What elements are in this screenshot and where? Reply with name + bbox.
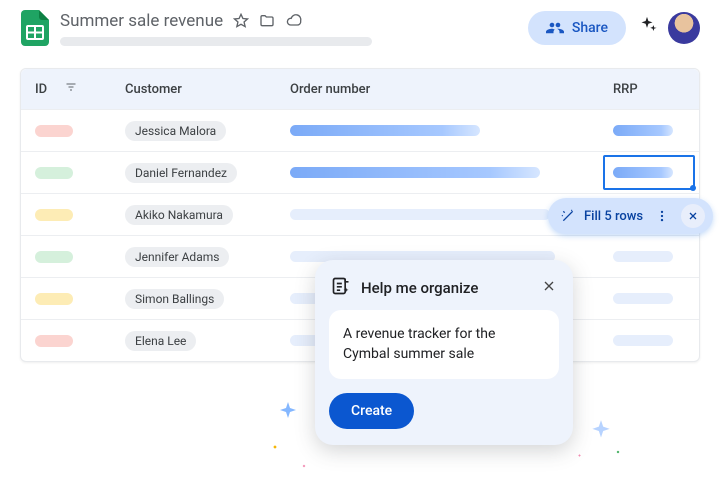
column-header-order[interactable]: Order number <box>276 69 599 109</box>
sparkle-icon <box>576 452 583 459</box>
id-pill <box>35 335 73 347</box>
cloud-status-icon[interactable] <box>285 13 303 29</box>
more-vert-icon[interactable] <box>651 205 673 227</box>
move-folder-icon[interactable] <box>259 13 275 29</box>
sheets-logo-icon <box>20 8 50 48</box>
avatar[interactable] <box>668 12 700 44</box>
sparkle-icon <box>276 400 300 424</box>
id-pill <box>35 125 73 137</box>
customer-chip[interactable]: Daniel Fernandez <box>125 163 237 183</box>
share-button-label: Share <box>572 20 608 36</box>
id-pill <box>35 293 73 305</box>
sparkle-icon <box>270 442 280 452</box>
id-pill <box>35 209 73 221</box>
organize-icon <box>331 276 351 300</box>
create-button[interactable]: Create <box>329 393 414 429</box>
column-header-id-label: ID <box>35 82 47 97</box>
order-bar <box>290 125 480 136</box>
filter-icon[interactable] <box>65 81 77 97</box>
document-title[interactable]: Summer sale revenue <box>60 11 223 31</box>
customer-chip[interactable]: Jessica Malora <box>125 121 226 141</box>
cell-selection[interactable] <box>603 155 695 190</box>
close-icon[interactable] <box>681 204 705 228</box>
customer-chip[interactable]: Simon Ballings <box>125 289 224 309</box>
id-pill <box>35 167 73 179</box>
help-organize-panel: Help me organize A revenue tracker for t… <box>315 260 573 445</box>
close-icon[interactable] <box>541 278 557 298</box>
rrp-bar <box>613 293 673 304</box>
sparkle-icon <box>636 15 658 41</box>
customer-chip[interactable]: Jennifer Adams <box>125 247 229 267</box>
fill-rows-label: Fill 5 rows <box>584 209 643 224</box>
order-bar <box>290 167 540 178</box>
rrp-bar <box>613 125 673 136</box>
sparkle-icon <box>614 448 622 456</box>
share-button[interactable]: Share <box>528 11 626 45</box>
fill-rows-chip[interactable]: Fill 5 rows <box>548 198 713 234</box>
customer-chip[interactable]: Elena Lee <box>125 331 196 351</box>
column-header-customer[interactable]: Customer <box>111 69 276 109</box>
id-pill <box>35 251 73 263</box>
column-header-id[interactable]: ID <box>21 69 111 109</box>
order-bar <box>290 209 550 220</box>
customer-chip[interactable]: Akiko Nakamura <box>125 205 233 225</box>
magic-wand-icon <box>560 208 576 224</box>
help-panel-title: Help me organize <box>361 279 478 297</box>
column-header-rrp[interactable]: RRP <box>599 69 699 109</box>
menubar-placeholder <box>60 37 372 46</box>
sparkle-icon <box>300 462 308 470</box>
star-icon[interactable] <box>233 13 249 29</box>
sparkle-icon <box>588 418 614 444</box>
table-row[interactable]: Jessica Malora <box>21 109 699 151</box>
table-row[interactable]: Daniel Fernandez <box>21 151 699 193</box>
rrp-bar <box>613 335 673 346</box>
prompt-textarea[interactable]: A revenue tracker for the Cymbal summer … <box>329 310 559 379</box>
table-header-row: ID Customer Order number RRP <box>21 69 699 109</box>
rrp-bar <box>613 251 673 262</box>
